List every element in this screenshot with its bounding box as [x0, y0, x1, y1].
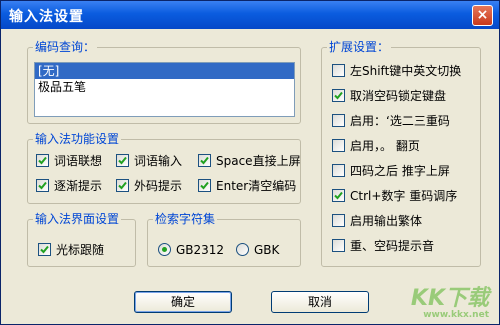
check-icon	[38, 181, 47, 190]
watermark-url: www.kkx.net	[423, 310, 489, 320]
list-item-none[interactable]: [无]	[35, 63, 294, 79]
ime-functions-label: 输入法功能设置	[33, 131, 122, 147]
checkbox-label: 词语联想	[54, 154, 103, 168]
checkbox-box[interactable]	[332, 189, 345, 202]
extended-settings-label: 扩展设置：	[327, 39, 392, 55]
checkbox-label: 启用，。 翻页	[350, 139, 420, 153]
extended-settings-group: 扩展设置： 左Shift键中英文切换 取消空码锁定键盘 启用：‘选二三重码 启用…	[321, 39, 481, 267]
radio-circle[interactable]	[236, 243, 249, 256]
checkbox-box[interactable]	[36, 154, 49, 167]
list-item-jipin-wubi[interactable]: 极品五笔	[35, 79, 294, 95]
checkbox-box[interactable]	[198, 154, 211, 167]
checkbox-label: Ctrl+数字 重码调序	[350, 189, 458, 203]
check-icon	[38, 156, 47, 165]
radio-circle[interactable]	[158, 243, 171, 256]
ime-interface-label: 输入法界面设置	[33, 211, 122, 227]
cancel-button[interactable]: 取消	[271, 291, 369, 313]
checkbox-label: 重、空码提示音	[350, 239, 435, 253]
radio-label: GB2312	[176, 243, 225, 257]
checkbox-box[interactable]	[332, 239, 345, 252]
checkbox-label: 启用输出繁体	[350, 214, 423, 228]
checkbox-label: 左Shift键中英文切换	[350, 64, 462, 78]
ok-button[interactable]: 确定	[134, 291, 232, 313]
checkbox-box[interactable]	[332, 89, 345, 102]
checkbox-label: 启用：‘选二三重码	[350, 114, 450, 128]
check-icon	[200, 181, 209, 190]
checkbox-label: Enter清空编码	[216, 179, 297, 193]
checkbox-box[interactable]	[116, 179, 129, 192]
search-charset-group: 检索字符集 GB2312 GBK	[147, 211, 301, 267]
settings-dialog: 输入法设置 × 编码查询： [无] 极品五笔 输入法功能设置 词语联想 词语输入…	[0, 0, 500, 325]
code-query-group: 编码查询： [无] 极品五笔	[27, 39, 301, 124]
checkbox-box[interactable]	[332, 164, 345, 177]
checkbox-box[interactable]	[198, 179, 211, 192]
window-title: 输入法设置	[9, 9, 84, 25]
checkbox-label: Space直接上屏	[216, 154, 301, 168]
check-icon	[118, 181, 127, 190]
check-icon	[334, 91, 343, 100]
code-query-label: 编码查询：	[33, 39, 98, 55]
checkbox-box[interactable]	[36, 179, 49, 192]
checkbox-label: 逐渐提示	[54, 179, 103, 193]
ime-interface-group: 输入法界面设置 光标跟随	[27, 211, 136, 267]
close-button[interactable]: ×	[472, 5, 493, 26]
checkbox-box[interactable]	[116, 154, 129, 167]
radio-label: GBK	[254, 243, 280, 257]
checkbox-label: 四码之后 推字上屏	[350, 164, 450, 178]
code-query-list[interactable]: [无] 极品五笔	[34, 62, 295, 117]
check-icon	[40, 245, 49, 254]
check-icon	[118, 156, 127, 165]
radio-dot-icon	[162, 247, 167, 252]
title-bar[interactable]: 输入法设置 ×	[1, 1, 499, 29]
checkbox-box[interactable]	[332, 64, 345, 77]
check-icon	[334, 191, 343, 200]
checkbox-box[interactable]	[38, 243, 51, 256]
checkbox-label: 光标跟随	[56, 243, 105, 257]
checkbox-label: 词语输入	[134, 154, 183, 168]
close-icon: ×	[476, 7, 489, 23]
checkbox-box[interactable]	[332, 214, 345, 227]
checkbox-label: 外码提示	[134, 179, 183, 193]
checkbox-label: 取消空码锁定键盘	[350, 89, 447, 103]
watermark-logo: KK下载	[410, 286, 489, 311]
search-charset-label: 检索字符集	[153, 211, 218, 227]
checkbox-box[interactable]	[332, 114, 345, 127]
checkbox-box[interactable]	[332, 139, 345, 152]
watermark: KK下载 www.kkx.net	[410, 286, 489, 321]
ime-functions-group: 输入法功能设置 词语联想 词语输入 Space直接上屏 逐渐提示 外码提示 En…	[27, 131, 301, 204]
check-icon	[200, 156, 209, 165]
